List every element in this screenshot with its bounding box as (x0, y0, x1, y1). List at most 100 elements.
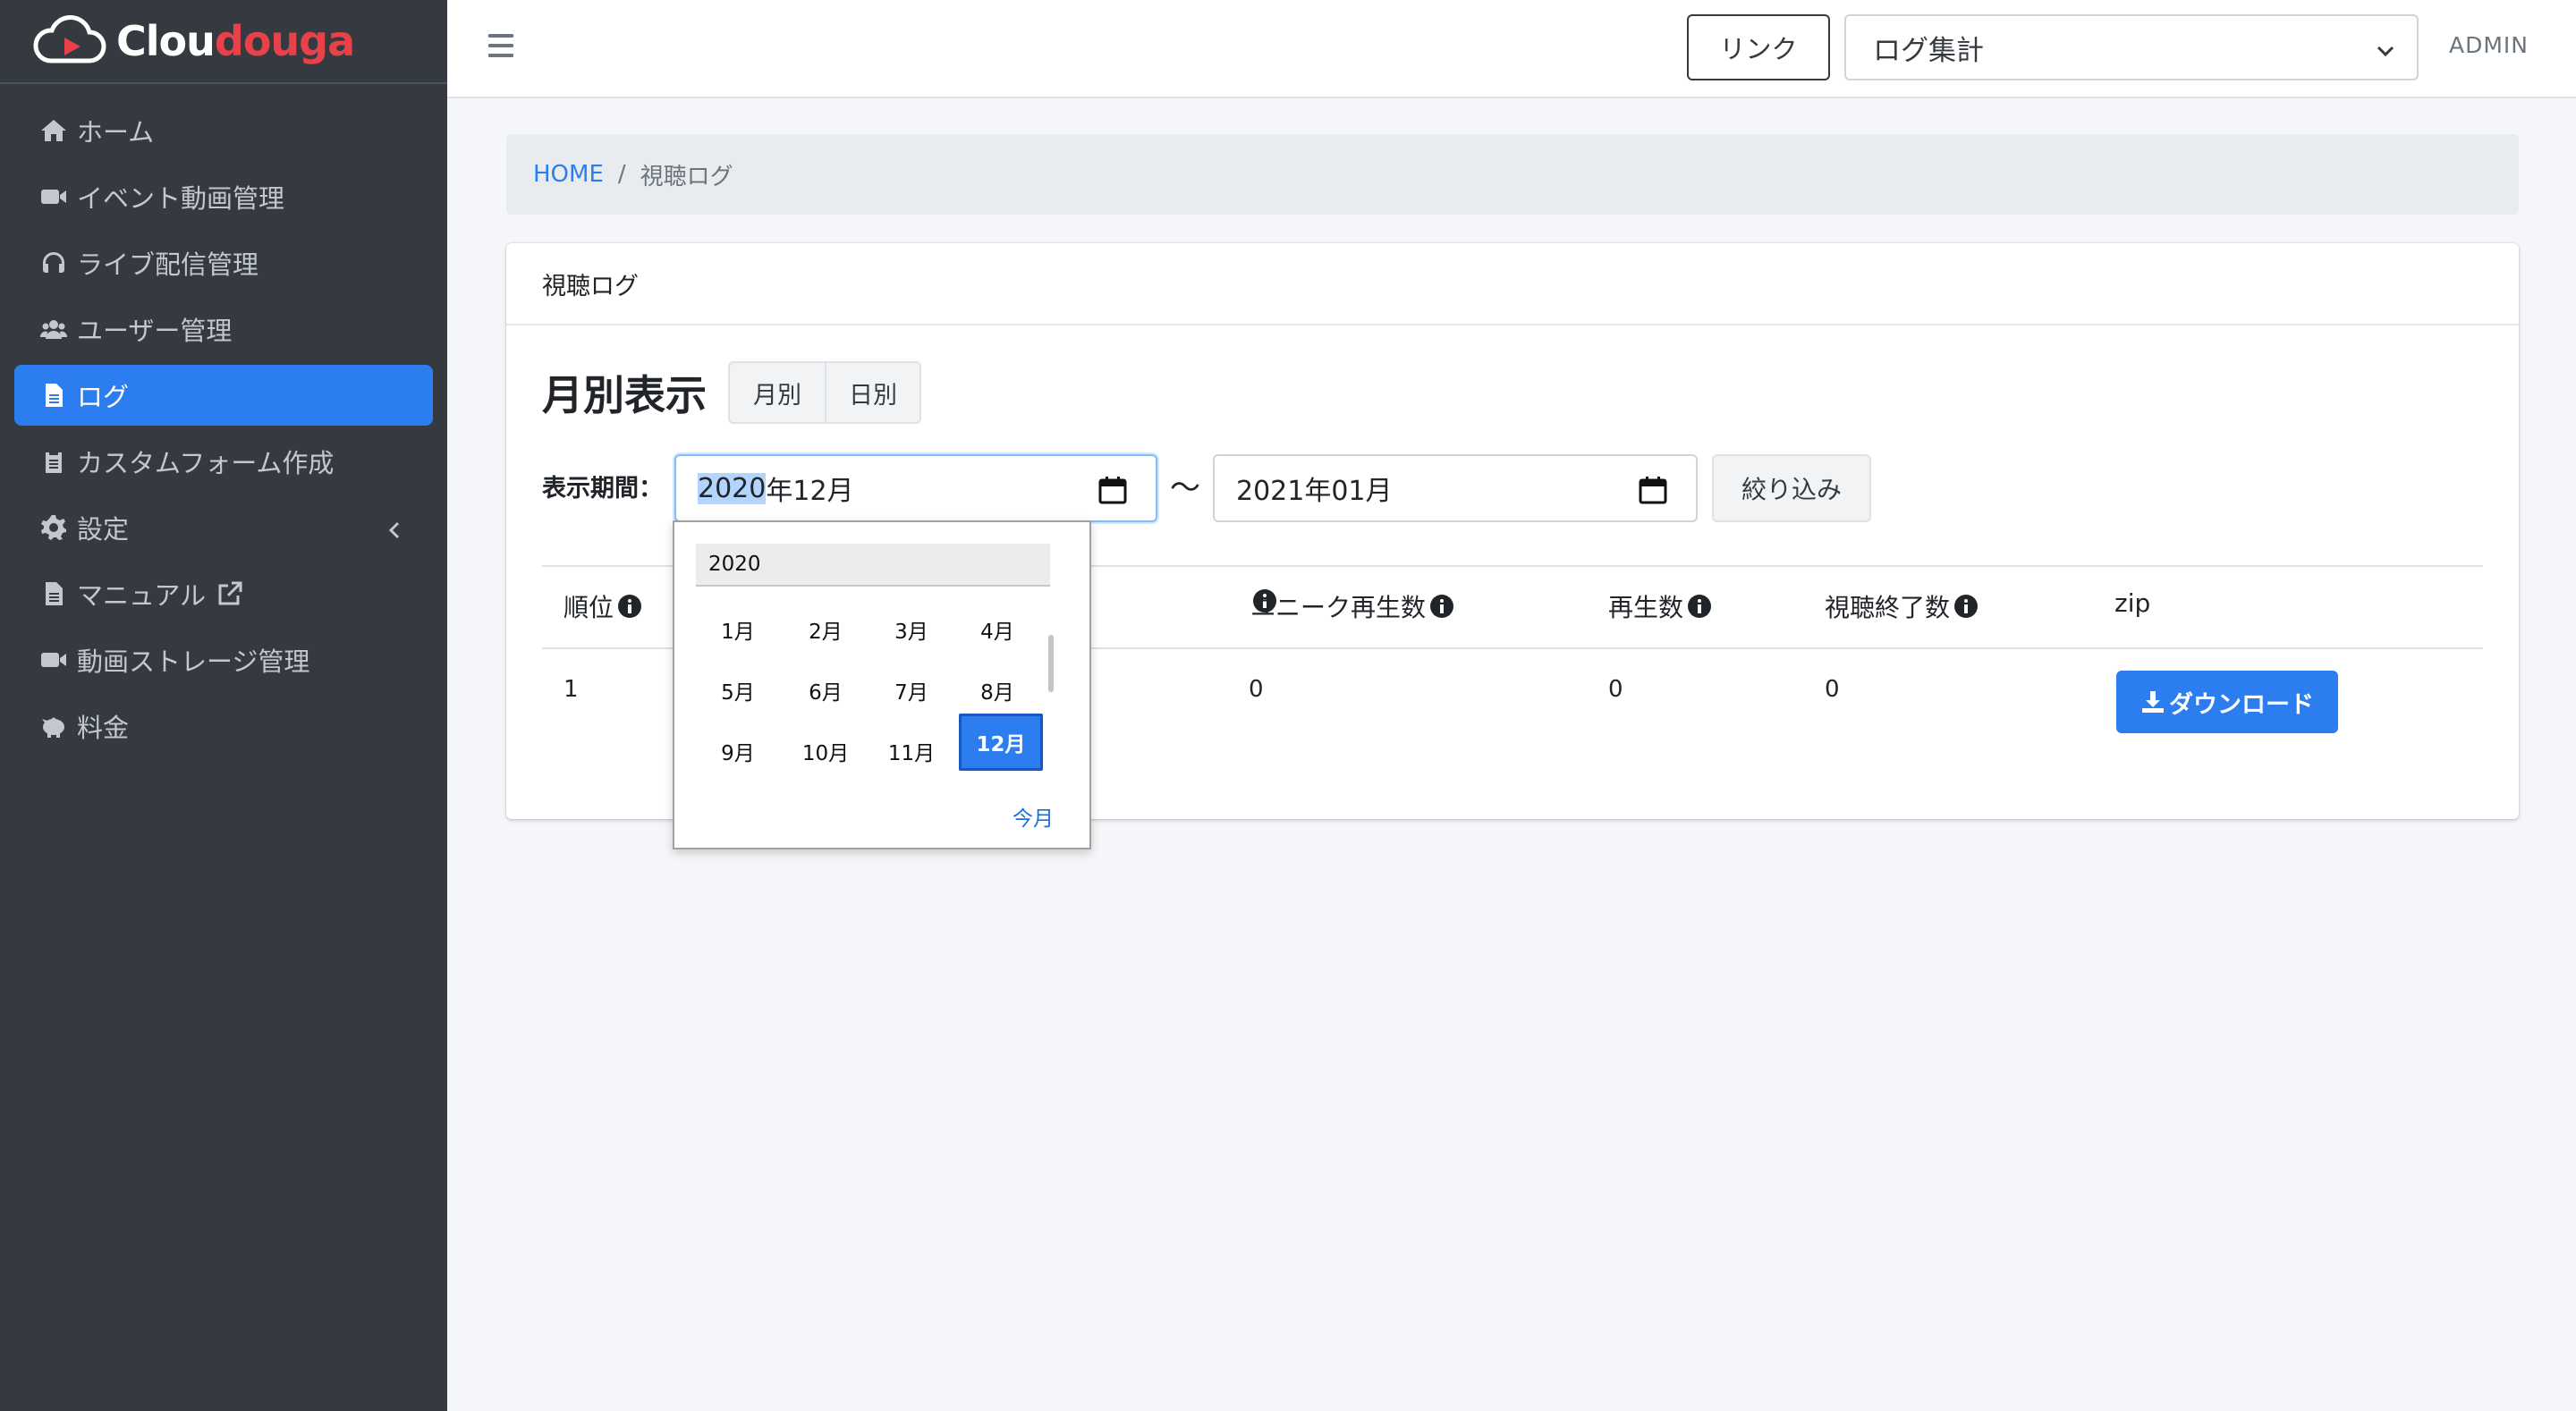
download-button[interactable]: ダウンロード (2116, 671, 2338, 733)
header-finished: 視聴終了数 (1825, 588, 1979, 624)
sidebar-item-manual[interactable]: マニュアル (14, 563, 433, 624)
sidebar-item-label: ライブ配信管理 (77, 249, 259, 280)
sidebar-item-settings[interactable]: 設定 (14, 497, 433, 558)
start-month-year-segment: 2020 (698, 472, 767, 504)
month-picker-scrollbar[interactable] (1048, 635, 1054, 692)
log-type-select-value: ログ集計 (1873, 34, 1984, 67)
piggy-bank-icon (38, 710, 70, 742)
period-label: 表示期間： (542, 475, 663, 503)
breadcrumb-current: 視聴ログ (640, 163, 733, 190)
header-unique-plays-label: ユニーク再生数 (1250, 593, 1427, 622)
header-zip-label: zip (2114, 588, 2151, 618)
users-icon (38, 313, 70, 345)
daily-button[interactable]: 日別 (825, 363, 919, 422)
range-tilde: 〜 (1170, 470, 1200, 506)
download-button-label: ダウンロード (2169, 690, 2314, 719)
breadcrumb-separator: / (617, 161, 626, 188)
sidebar-item-label: マニュアル (77, 580, 207, 611)
header-zip: zip (2114, 588, 2150, 618)
this-month-button[interactable]: 今月 (1013, 801, 1054, 832)
cell-unique-plays: 0 (1249, 676, 1264, 703)
month-picker: 2020 1月 2月 3月 4月 5月 6月 7月 8月 9月 10月 11月 … (673, 520, 1091, 849)
month-option[interactable]: 5月 (696, 662, 780, 719)
header-plays: 再生数 (1608, 588, 1712, 624)
header-unique-plays: ユニーク再生数 (1250, 588, 1454, 624)
month-option[interactable]: 4月 (955, 601, 1039, 658)
log-type-select[interactable]: ログ集計 (1844, 14, 2419, 80)
sidebar-item-log[interactable]: ログ (14, 365, 433, 426)
end-month-input[interactable]: 2021年01月 (1213, 454, 1698, 522)
month-option[interactable]: 11月 (869, 722, 953, 780)
start-month-rest: 年12月 (766, 476, 854, 507)
sidebar-item-label: イベント動画管理 (77, 183, 285, 214)
sidebar-item-live[interactable]: ライブ配信管理 (14, 232, 433, 293)
cell-finished: 0 (1825, 676, 1840, 703)
calendar-icon[interactable] (1637, 474, 1669, 506)
sidebar-item-label: 料金 (77, 713, 130, 743)
cell-plays: 0 (1608, 676, 1623, 703)
header-rank-label: 順位 (564, 593, 614, 622)
chevron-left-icon[interactable] (385, 517, 406, 539)
sidebar-item-pricing[interactable]: 料金 (14, 696, 433, 756)
info-icon[interactable] (1687, 594, 1712, 619)
cell-rank: 1 (564, 676, 579, 703)
hamburger-menu-icon[interactable] (488, 34, 513, 59)
sidebar-item-label: ユーザー管理 (77, 316, 233, 346)
month-option-selected[interactable]: 12月 (959, 714, 1043, 771)
card-title: 視聴ログ (506, 243, 2519, 325)
video-camera-icon (38, 644, 70, 676)
start-month-input[interactable]: 2020 年12月 (674, 454, 1157, 522)
filter-button[interactable]: 絞り込み (1712, 454, 1871, 522)
monthly-button[interactable]: 月別 (730, 363, 825, 422)
sidebar-item-label: 設定 (77, 514, 130, 545)
month-picker-year[interactable]: 2020 (696, 544, 1050, 587)
download-icon (2142, 691, 2164, 713)
file-icon (38, 379, 70, 411)
info-icon[interactable] (617, 594, 642, 619)
sidebar-item-storage[interactable]: 動画ストレージ管理 (14, 629, 433, 690)
chevron-down-icon (2374, 38, 2397, 61)
sidebar-item-users[interactable]: ユーザー管理 (14, 299, 433, 359)
top-header: リンク ログ集計 ADMIN (447, 0, 2576, 98)
breadcrumb: HOME / 視聴ログ (506, 134, 2519, 215)
end-month-value: 2021年01月 (1236, 476, 1393, 507)
sidebar-item-home[interactable]: ホーム (14, 100, 433, 161)
month-option[interactable]: 7月 (869, 662, 953, 719)
sidebar-item-label: カスタムフォーム作成 (77, 448, 335, 478)
sidebar-item-label: ログ (77, 382, 130, 412)
home-icon (38, 114, 70, 147)
user-menu[interactable]: ADMIN (2449, 32, 2529, 58)
sidebar-nav: ホーム イベント動画管理 ライブ配信管理 ユーザー管理 ログ カスタムフォーム作… (0, 84, 447, 756)
clipboard-icon (38, 445, 70, 477)
external-link-icon (216, 580, 243, 607)
info-icon[interactable] (1429, 594, 1454, 619)
gear-icon (38, 511, 70, 544)
month-option[interactable]: 6月 (784, 662, 868, 719)
section-title: 月別表示 (542, 371, 707, 419)
brand[interactable]: Cloudouga (0, 0, 447, 84)
info-icon[interactable] (1953, 594, 1979, 619)
header-plays-label: 再生数 (1608, 593, 1684, 622)
sidebar-item-label: ホーム (77, 117, 155, 148)
view-toggle: 月別 日別 (728, 361, 921, 424)
header-rank: 順位 (564, 588, 642, 624)
breadcrumb-home-link[interactable]: HOME (533, 161, 604, 188)
month-option[interactable]: 10月 (784, 722, 868, 780)
month-option[interactable]: 2月 (784, 601, 868, 658)
file-icon (38, 578, 70, 610)
header-finished-label: 視聴終了数 (1825, 593, 1951, 622)
cloud-logo-icon (30, 14, 109, 68)
month-option[interactable]: 3月 (869, 601, 953, 658)
headset-icon (38, 247, 70, 279)
month-option[interactable]: 1月 (696, 601, 780, 658)
calendar-icon[interactable] (1097, 474, 1129, 506)
month-option[interactable]: 8月 (955, 662, 1039, 719)
sidebar-item-custom-form[interactable]: カスタムフォーム作成 (14, 431, 433, 492)
video-camera-icon (38, 181, 70, 213)
sidebar-item-event-videos[interactable]: イベント動画管理 (14, 166, 433, 227)
sidebar: Cloudouga ホーム イベント動画管理 ライブ配信管理 ユーザー管理 ログ… (0, 0, 447, 1411)
link-button[interactable]: リンク (1687, 14, 1830, 80)
sidebar-item-label: 動画ストレージ管理 (77, 646, 310, 677)
month-option[interactable]: 9月 (696, 722, 780, 780)
brand-name: Cloudouga (116, 17, 355, 65)
